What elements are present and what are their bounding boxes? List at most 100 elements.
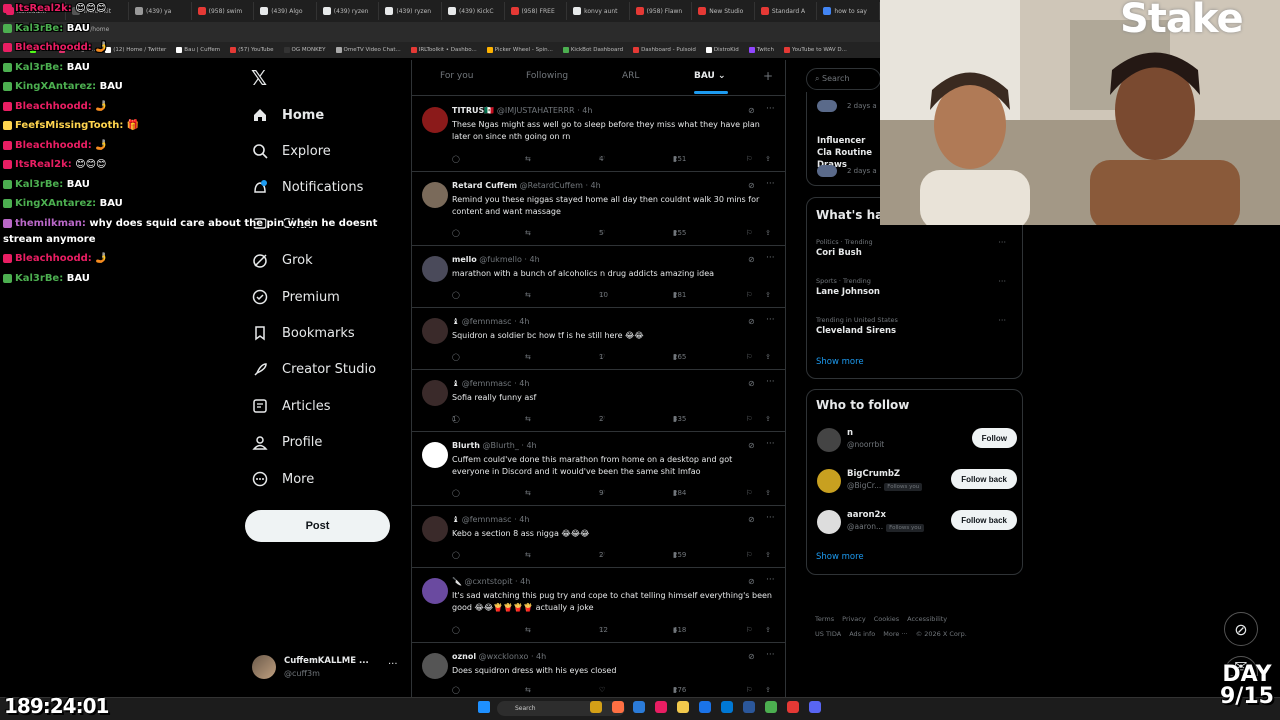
- nav-item-creator-studio[interactable]: Creator Studio: [251, 357, 376, 383]
- bookmark-item[interactable]: Twitch: [748, 47, 774, 53]
- bookmark-icon[interactable]: ⚐: [746, 489, 752, 497]
- tweet-author-handle[interactable]: @femnmasc: [462, 317, 512, 326]
- taskbar-app-icon[interactable]: [677, 701, 689, 713]
- tweet-author-name[interactable]: Blurth: [452, 441, 480, 450]
- tweet-author-name[interactable]: oznol: [452, 652, 476, 661]
- more-options-icon[interactable]: ···: [766, 179, 775, 189]
- tweet-author-name[interactable]: ♝: [452, 515, 459, 524]
- tweet-time[interactable]: · 4h: [531, 652, 546, 661]
- tab-arl[interactable]: ARL: [622, 71, 639, 81]
- tweet-time[interactable]: · 4h: [524, 255, 539, 264]
- tweet-item[interactable]: Retard Cuffem @RetardCuffem · 4h ⊘ ··· Remi…: [412, 172, 785, 246]
- browser-tab[interactable]: (958) Flawn: [630, 2, 693, 20]
- browser-tab[interactable]: Standard A: [755, 2, 818, 20]
- tweet-time[interactable]: · 4h: [514, 317, 529, 326]
- browser-tab[interactable]: (439) ya: [129, 2, 192, 20]
- taskbar-search[interactable]: Search: [497, 701, 625, 716]
- bookmark-item[interactable]: Picker Wheel - Spin...: [486, 47, 553, 53]
- taskbar-app-icon[interactable]: [765, 701, 777, 713]
- tweet-item[interactable]: ♝ @femnmasc · 4h ⊘ ··· Kebo a section 8 ass…: [412, 506, 785, 568]
- tweet-author-handle[interactable]: @wxcklonxo: [479, 652, 529, 661]
- more-options-icon[interactable]: ···: [998, 238, 1006, 247]
- account-switcher[interactable]: CuffemKALLME ... @cuff3m ···: [252, 655, 402, 683]
- taskbar-app-icon[interactable]: [743, 701, 755, 713]
- tweet-item[interactable]: mello @fukmello · 4h ⊘ ··· marathon with a …: [412, 246, 785, 308]
- browser-tab[interactable]: konvy aunt: [567, 2, 630, 20]
- grok-analyze-icon[interactable]: ⊘: [748, 652, 755, 661]
- tweet-author-name[interactable]: 🔪: [452, 577, 462, 586]
- follow-suggestion[interactable]: aaron2x @aaron... Follows you Follow back: [817, 510, 1017, 536]
- taskbar-app-icon[interactable]: [655, 701, 667, 713]
- browser-tab[interactable]: (958) swim: [192, 2, 255, 20]
- bookmark-icon[interactable]: ⚐: [746, 291, 752, 299]
- tweet-item[interactable]: ♝ @femnmasc · 4h ⊘ ··· Sofia really funny a…: [412, 370, 785, 432]
- follow-name[interactable]: n: [847, 428, 853, 438]
- more-options-icon[interactable]: ···: [766, 439, 775, 449]
- taskbar-app-icon[interactable]: [809, 701, 821, 713]
- avatar[interactable]: [817, 510, 841, 534]
- more-options-icon[interactable]: ···: [766, 377, 775, 387]
- share-icon[interactable]: ⇪: [765, 489, 771, 497]
- tweet-author-handle[interactable]: @fukmello: [479, 255, 522, 264]
- trend-item[interactable]: Politics · Trending Cori Bush ···: [816, 238, 1016, 258]
- avatar[interactable]: [817, 428, 841, 452]
- more-options-icon[interactable]: ···: [766, 104, 775, 114]
- tweet-time[interactable]: · 4h: [514, 379, 529, 388]
- footer-link[interactable]: Accessibility: [907, 615, 947, 623]
- post-button[interactable]: Post: [245, 510, 390, 542]
- search-input[interactable]: ⌕ Search: [806, 68, 881, 90]
- more-options-icon[interactable]: ···: [998, 277, 1006, 286]
- tweet-author-name[interactable]: Retard Cuffem: [452, 181, 517, 190]
- taskbar-app-icon[interactable]: [590, 701, 602, 713]
- windows-start-icon[interactable]: [478, 701, 490, 713]
- tweet-item[interactable]: oznol @wxcklonxo · 4h ⊘ ··· Does squidron d…: [412, 643, 785, 700]
- share-icon[interactable]: ⇪: [765, 551, 771, 559]
- footer-link[interactable]: Ads info: [849, 630, 875, 638]
- avatar[interactable]: [422, 182, 448, 208]
- tweet-item[interactable]: Blurth @Blurth_ · 4h ⊘ ··· Cuffem could've …: [412, 432, 785, 506]
- tweet-author-handle[interactable]: @IMJUSTAHATERRR: [497, 106, 575, 115]
- grok-analyze-icon[interactable]: ⊘: [748, 181, 755, 190]
- bookmark-item[interactable]: Dashboard - Pulsoid: [633, 47, 696, 53]
- bookmark-icon[interactable]: ⚐: [746, 415, 752, 423]
- footer-link[interactable]: Privacy: [842, 615, 866, 623]
- taskbar-app-icon[interactable]: [699, 701, 711, 713]
- tweet-item[interactable]: TITRUS🇲🇽 @IMJUSTAHATERRR · 4h ⊘ ··· These N…: [412, 97, 785, 172]
- avatar[interactable]: [422, 318, 448, 344]
- share-icon[interactable]: ⇪: [765, 353, 771, 361]
- follow-suggestion[interactable]: n @noorrbit Follow: [817, 428, 1017, 454]
- avatar[interactable]: [422, 380, 448, 406]
- tweet-author-name[interactable]: ♝: [452, 317, 459, 326]
- footer-link[interactable]: US TIDA: [815, 630, 841, 638]
- bookmark-icon[interactable]: ⚐: [746, 155, 752, 163]
- avatar[interactable]: [422, 107, 448, 133]
- tweet-time[interactable]: · 4h: [521, 441, 536, 450]
- nav-item-bookmarks[interactable]: Bookmarks: [251, 320, 355, 346]
- tweet-author-handle[interactable]: @Blurth_: [483, 441, 519, 450]
- browser-tab[interactable]: (439) KickC: [442, 2, 505, 20]
- bookmark-icon[interactable]: ⚐: [746, 686, 752, 694]
- avatar[interactable]: [422, 256, 448, 282]
- grok-analyze-icon[interactable]: ⊘: [748, 379, 755, 388]
- footer-link[interactable]: © 2026 X Corp.: [916, 630, 967, 638]
- follow-button[interactable]: Follow: [971, 428, 1017, 448]
- avatar[interactable]: [422, 578, 448, 604]
- tweet-author-name[interactable]: mello: [452, 255, 477, 264]
- grok-float-button[interactable]: ⊘: [1224, 612, 1258, 646]
- grok-analyze-icon[interactable]: ⊘: [748, 255, 755, 264]
- footer-link[interactable]: Cookies: [874, 615, 899, 623]
- taskbar-app-icon[interactable]: [787, 701, 799, 713]
- tweet-item[interactable]: ♝ @femnmasc · 4h ⊘ ··· Squidron a soldier b…: [412, 308, 785, 370]
- more-options-icon[interactable]: ···: [766, 650, 775, 660]
- more-options-icon[interactable]: ···: [766, 315, 775, 325]
- tweet-author-handle[interactable]: @femnmasc: [462, 379, 512, 388]
- grok-analyze-icon[interactable]: ⊘: [748, 515, 755, 524]
- taskbar-app-icon[interactable]: [721, 701, 733, 713]
- bookmark-item[interactable]: IRLToolkit • Dashbo...: [410, 47, 477, 53]
- follow-name[interactable]: aaron2x: [847, 510, 886, 520]
- bookmark-icon[interactable]: ⚐: [746, 626, 752, 634]
- browser-tab[interactable]: (439) Algo: [254, 2, 317, 20]
- tweet-author-handle[interactable]: @RetardCuffem: [520, 181, 583, 190]
- bookmark-icon[interactable]: ⚐: [746, 229, 752, 237]
- taskbar-app-icon[interactable]: [612, 701, 624, 713]
